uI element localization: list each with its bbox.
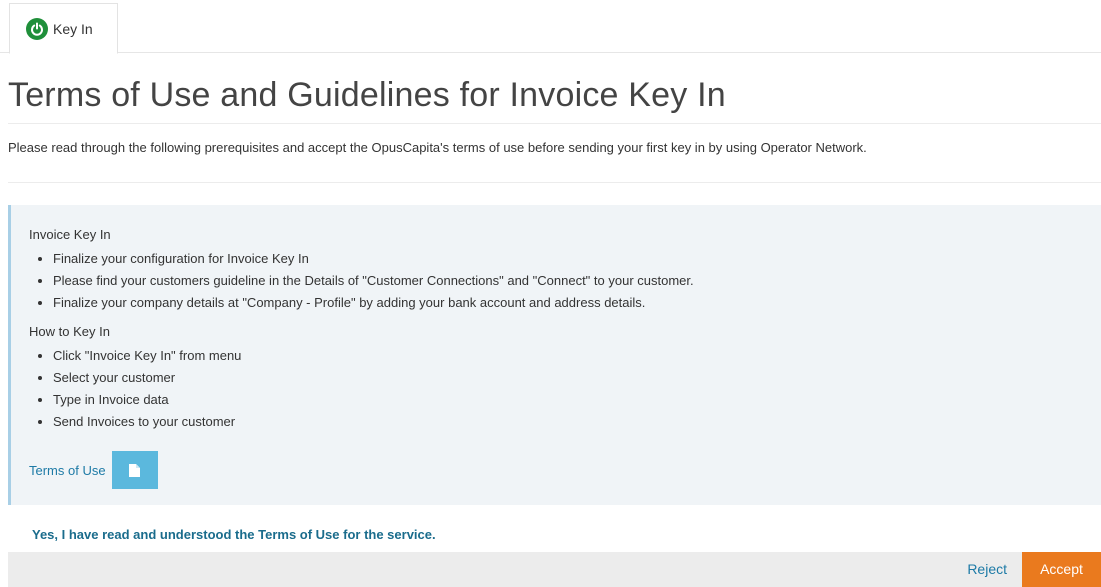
confirmation-text: Yes, I have read and understood the Term…: [32, 527, 436, 542]
list-item: Finalize your company details at "Compan…: [53, 293, 1101, 313]
terms-row: Terms of Use: [29, 451, 158, 489]
how-to-key-in-list: Click "Invoice Key In" from menu Select …: [29, 346, 1101, 432]
accept-button[interactable]: Accept: [1022, 552, 1101, 587]
invoice-key-in-list: Finalize your configuration for Invoice …: [29, 249, 1101, 313]
power-icon: [26, 17, 48, 40]
tab-label: Key In: [53, 20, 93, 37]
intro-text: Please read through the following prereq…: [8, 140, 867, 155]
action-bar: Reject Accept: [8, 552, 1101, 587]
tab-key-in[interactable]: Key In: [9, 3, 118, 54]
list-item: Type in Invoice data: [53, 390, 1101, 410]
document-icon: [129, 463, 141, 477]
open-terms-button[interactable]: [111, 451, 158, 489]
reject-button[interactable]: Reject: [967, 552, 1007, 587]
list-item: Send Invoices to your customer: [53, 412, 1101, 432]
intro-divider: [8, 182, 1101, 183]
terms-of-use-link[interactable]: Terms of Use: [29, 463, 106, 478]
list-item: Click "Invoice Key In" from menu: [53, 346, 1101, 366]
list-item: Select your customer: [53, 368, 1101, 388]
title-divider: [8, 123, 1101, 124]
list-item: Please find your customers guideline in …: [53, 271, 1101, 291]
section-title-invoice-key-in: Invoice Key In: [29, 227, 111, 242]
guidelines-panel: Invoice Key In Finalize your configurati…: [8, 205, 1101, 505]
list-item: Finalize your configuration for Invoice …: [53, 249, 1101, 269]
tab-bar: Key In: [0, 0, 1101, 54]
page-title: Terms of Use and Guidelines for Invoice …: [8, 76, 726, 114]
section-title-how-to-key-in: How to Key In: [29, 324, 110, 339]
